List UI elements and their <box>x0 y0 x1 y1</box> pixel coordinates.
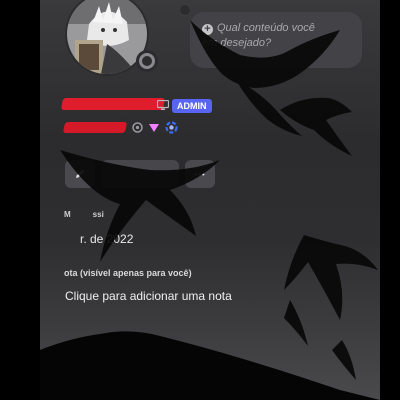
profile-badges <box>132 121 178 134</box>
member-since-date: r. de 2022 <box>80 232 134 246</box>
member-since-label: Mssi <box>64 210 104 219</box>
more-options-button[interactable]: ••• <box>185 160 215 188</box>
thought-dot <box>179 4 191 16</box>
boost-badge-icon[interactable] <box>165 121 178 134</box>
mountain-silhouette <box>40 331 380 400</box>
nitro-badge-icon[interactable] <box>132 122 143 133</box>
edit-profile-button[interactable] <box>65 160 95 188</box>
username-redacted <box>62 122 128 133</box>
monitor-icon <box>157 100 169 110</box>
note-label: ota (visível apenas para você) <box>64 268 192 278</box>
custom-status-bubble[interactable]: + Qual conteúdo você em desejado? <box>190 12 362 68</box>
gem-badge-icon[interactable] <box>148 123 160 133</box>
profile-panel: + Qual conteúdo você em desejado? ADMIN •… <box>40 0 380 400</box>
admin-role-badge: ADMIN <box>172 99 212 113</box>
profile-action-button[interactable] <box>101 160 179 188</box>
status-ring-icon <box>139 53 155 69</box>
profile-actions: ••• <box>65 160 215 188</box>
edit-pencil-icon <box>76 169 85 178</box>
status-text-line2: em desejado? <box>202 37 272 49</box>
status-indicator <box>136 50 158 72</box>
display-name-redacted <box>60 98 166 110</box>
add-note-field[interactable]: Clique para adicionar uma nota <box>65 289 232 303</box>
plus-circle-icon: + <box>202 24 213 35</box>
status-text-line1: Qual conteúdo você <box>217 22 315 34</box>
more-dots-icon: ••• <box>194 169 206 179</box>
